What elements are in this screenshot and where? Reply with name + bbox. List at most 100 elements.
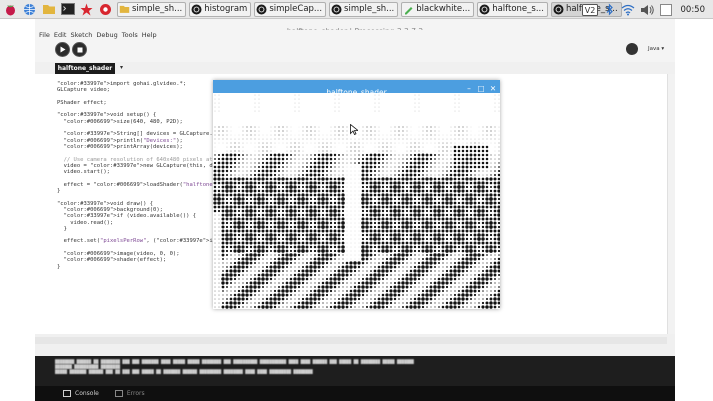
editor-vertical-scrollbar[interactable]	[667, 74, 675, 334]
halftone-dot	[450, 254, 452, 256]
halftone-dot	[442, 154, 444, 156]
clock: 00:50	[680, 4, 706, 15]
tab-menu-arrow[interactable]: ▾	[120, 64, 123, 71]
halftone-dot	[341, 213, 345, 217]
halftone-dot	[229, 217, 233, 221]
halftone-dot	[365, 177, 369, 181]
halftone-dot	[257, 225, 261, 229]
file-manager-icon[interactable]	[40, 2, 57, 17]
halftone-dot	[421, 225, 425, 229]
halftone-dot	[369, 277, 373, 281]
wolfram-icon[interactable]	[97, 2, 114, 17]
halftone-dot	[365, 221, 369, 225]
halftone-dot	[270, 142, 272, 144]
halftone-dot	[369, 305, 373, 309]
halftone-dot	[478, 142, 480, 144]
halftone-dot	[289, 253, 293, 257]
maximize-button[interactable]: □	[477, 82, 485, 93]
halftone-dot	[377, 233, 381, 237]
menu-sketch[interactable]: Sketch	[70, 31, 92, 39]
halftone-dot	[461, 145, 465, 149]
halftone-dot	[281, 237, 285, 241]
debugger-icon[interactable]	[626, 43, 638, 55]
halftone-dot	[269, 161, 273, 165]
terminal-icon[interactable]	[59, 2, 76, 17]
taskbar-task[interactable]: simpleCap...	[254, 1, 327, 17]
stop-button[interactable]	[72, 42, 87, 57]
minimize-button[interactable]: –	[465, 82, 473, 93]
halftone-dot	[481, 305, 485, 309]
mathematica-icon[interactable]	[78, 2, 95, 17]
halftone-dot	[233, 205, 237, 209]
halftone-dot	[401, 205, 405, 209]
editor-horizontal-scrollbar[interactable]	[35, 337, 667, 344]
halftone-dot	[334, 142, 336, 144]
menu-file[interactable]: File	[39, 31, 50, 39]
console-tab[interactable]: Console	[63, 390, 99, 397]
halftone-dot	[485, 165, 489, 169]
taskbar-task[interactable]: simple_sh...	[329, 1, 399, 17]
volume-icon[interactable]	[639, 2, 656, 17]
halftone-dot	[434, 302, 436, 304]
halftone-dot	[217, 169, 221, 173]
halftone-dot	[217, 189, 221, 193]
halftone-dot	[357, 261, 361, 265]
taskbar-task[interactable]: halftone_s...	[477, 1, 548, 17]
halftone-dot	[461, 237, 465, 241]
halftone-dot	[241, 221, 245, 225]
halftone-dot	[218, 290, 220, 292]
sketch-titlebar[interactable]: halftone_shader – □ ✕	[213, 80, 500, 97]
sketch-window[interactable]: halftone_shader – □ ✕	[213, 80, 500, 309]
halftone-dot	[489, 217, 493, 221]
taskbar-task[interactable]: histogram	[189, 1, 252, 17]
halftone-dot	[317, 225, 321, 229]
bluetooth-icon[interactable]	[601, 2, 618, 17]
halftone-dot	[329, 213, 333, 217]
halftone-dot	[465, 245, 469, 249]
halftone-dot	[334, 126, 336, 128]
menu-debug[interactable]: Debug	[96, 31, 117, 39]
halftone-dot	[234, 150, 236, 152]
halftone-dot	[278, 138, 280, 140]
tab-halftone-shader[interactable]: halftone_shader	[55, 63, 115, 74]
halftone-dot	[413, 297, 417, 301]
wifi-icon[interactable]	[620, 2, 637, 17]
halftone-dot	[406, 154, 408, 156]
halftone-dot	[429, 205, 433, 209]
halftone-dot	[405, 173, 409, 177]
halftone-dot	[477, 205, 481, 209]
run-button[interactable]	[55, 42, 70, 57]
halftone-dot	[365, 181, 369, 185]
halftone-dot	[393, 265, 397, 269]
halftone-dot	[245, 253, 249, 257]
halftone-dot	[437, 253, 441, 257]
halftone-dot	[453, 185, 457, 189]
halftone-dot	[434, 266, 436, 268]
taskbar-task[interactable]: blackwhite...	[401, 1, 475, 17]
halftone-dot	[433, 217, 437, 221]
mode-selector[interactable]: Java ▾	[648, 46, 664, 52]
menu-edit[interactable]: Edit	[54, 31, 67, 39]
window-titlebar[interactable]: halftone_shader | Processing 3.3.7.2	[35, 19, 675, 36]
halftone-dot	[337, 273, 341, 277]
halftone-dot	[433, 281, 437, 285]
halftone-dot	[241, 185, 245, 189]
halftone-dot	[477, 241, 481, 245]
web-browser-icon[interactable]	[21, 2, 38, 17]
halftone-dot	[430, 134, 432, 136]
errors-tab[interactable]: Errors	[114, 390, 145, 397]
halftone-dot	[374, 174, 376, 176]
halftone-dot	[417, 249, 421, 253]
halftone-dot	[449, 173, 453, 177]
close-button[interactable]: ✕	[489, 82, 497, 93]
halftone-dot	[373, 245, 377, 249]
halftone-dot	[225, 169, 229, 173]
menu-tools[interactable]: Tools	[122, 31, 138, 39]
halftone-dot	[334, 110, 336, 112]
halftone-dot	[417, 293, 421, 297]
taskbar-task[interactable]: simple_sh...	[117, 1, 187, 17]
raspberry-menu-icon[interactable]	[2, 2, 19, 17]
halftone-dot	[461, 301, 465, 305]
vnc-icon[interactable]: V2	[582, 2, 599, 17]
menu-help[interactable]: Help	[142, 31, 157, 39]
